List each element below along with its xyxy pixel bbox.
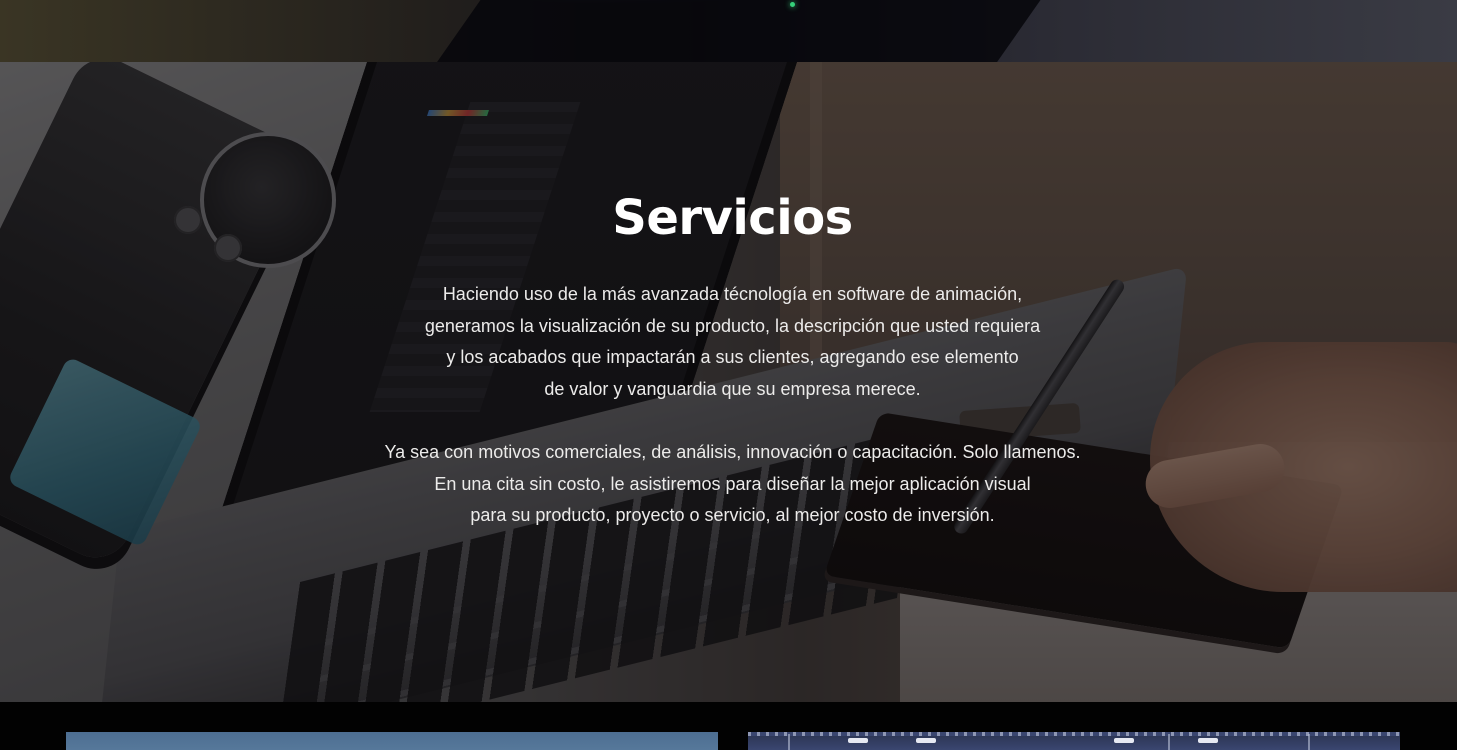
building-light <box>1114 738 1134 743</box>
services-paragraph-2: Ya sea con motivos comerciales, de análi… <box>0 437 1457 532</box>
previous-section-image <box>0 0 1457 62</box>
services-section: Servicios Haciendo uso de la más avanzad… <box>0 62 1457 702</box>
services-title: Servicios <box>612 190 853 246</box>
paragraph-1-line: de valor y vanguardia que su empresa mer… <box>544 378 921 399</box>
paragraph-2-line: Ya sea con motivos comerciales, de análi… <box>384 442 1081 462</box>
building-roof-rail <box>748 732 1400 736</box>
paragraph-1-line: Haciendo uso de la más avanzada técnolog… <box>442 284 1023 304</box>
paragraph-2-line: para su producto, proyecto o servicio, a… <box>470 505 995 525</box>
building-roof-line <box>1308 734 1310 750</box>
building-roof-line <box>788 734 790 750</box>
services-paragraph-1: Haciendo uso de la más avanzada técnolog… <box>0 279 1457 405</box>
previous-section-shape <box>431 0 1069 62</box>
paragraph-2-line: En una cita sin costo, le asistiremos pa… <box>434 473 1031 494</box>
building-roof-line <box>1168 734 1170 750</box>
paragraph-1-line: generamos la visualización de su product… <box>424 315 1041 336</box>
portfolio-card-right[interactable] <box>748 732 1400 750</box>
building-light <box>916 738 936 743</box>
portfolio-section <box>0 702 1457 750</box>
indicator-light <box>790 2 795 7</box>
portfolio-card-left[interactable] <box>66 732 718 750</box>
paragraph-1-line: y los acabados que impactarán a sus clie… <box>446 347 1019 367</box>
building-light <box>848 738 868 743</box>
services-content: Servicios Haciendo uso de la más avanzad… <box>0 62 1457 702</box>
building-light <box>1198 738 1218 743</box>
page: Servicios Haciendo uso de la más avanzad… <box>0 0 1457 750</box>
